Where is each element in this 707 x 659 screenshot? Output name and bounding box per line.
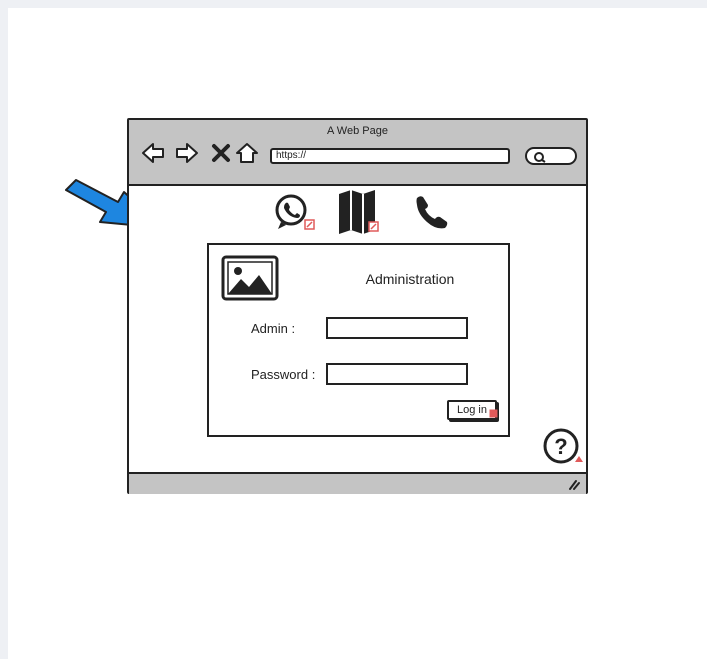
phone-icon[interactable] [411,192,451,232]
password-input[interactable] [326,363,468,385]
admin-input[interactable] [326,317,468,339]
search-icon [534,152,546,163]
svg-text:?: ? [554,434,567,459]
admin-label: Admin : [251,321,296,336]
browser-window: A Web Page https:// Administration Admin… [127,118,588,494]
home-icon[interactable] [235,142,259,164]
browser-statusbar [129,472,586,494]
url-bar[interactable]: https:// [270,148,510,164]
search-button[interactable] [525,147,577,165]
browser-title: A Web Page [327,125,388,137]
panel-heading: Administration [365,271,455,287]
map-icon[interactable] [335,186,383,236]
close-x-icon[interactable] [209,142,233,164]
whatsapp-icon[interactable] [273,192,317,232]
browser-titlebar: A Web Page https:// [129,120,586,186]
resize-grip-icon[interactable] [566,478,580,490]
back-arrow-icon[interactable] [141,142,165,164]
help-question-icon[interactable]: ? [541,426,585,470]
forward-arrow-icon[interactable] [175,142,199,164]
login-button-label: Log in [457,404,487,416]
link-marker-icon [489,409,498,418]
image-placeholder-icon [221,255,279,301]
login-panel: Administration Admin : Password : Log in [207,243,510,437]
password-label: Password : [251,367,316,382]
